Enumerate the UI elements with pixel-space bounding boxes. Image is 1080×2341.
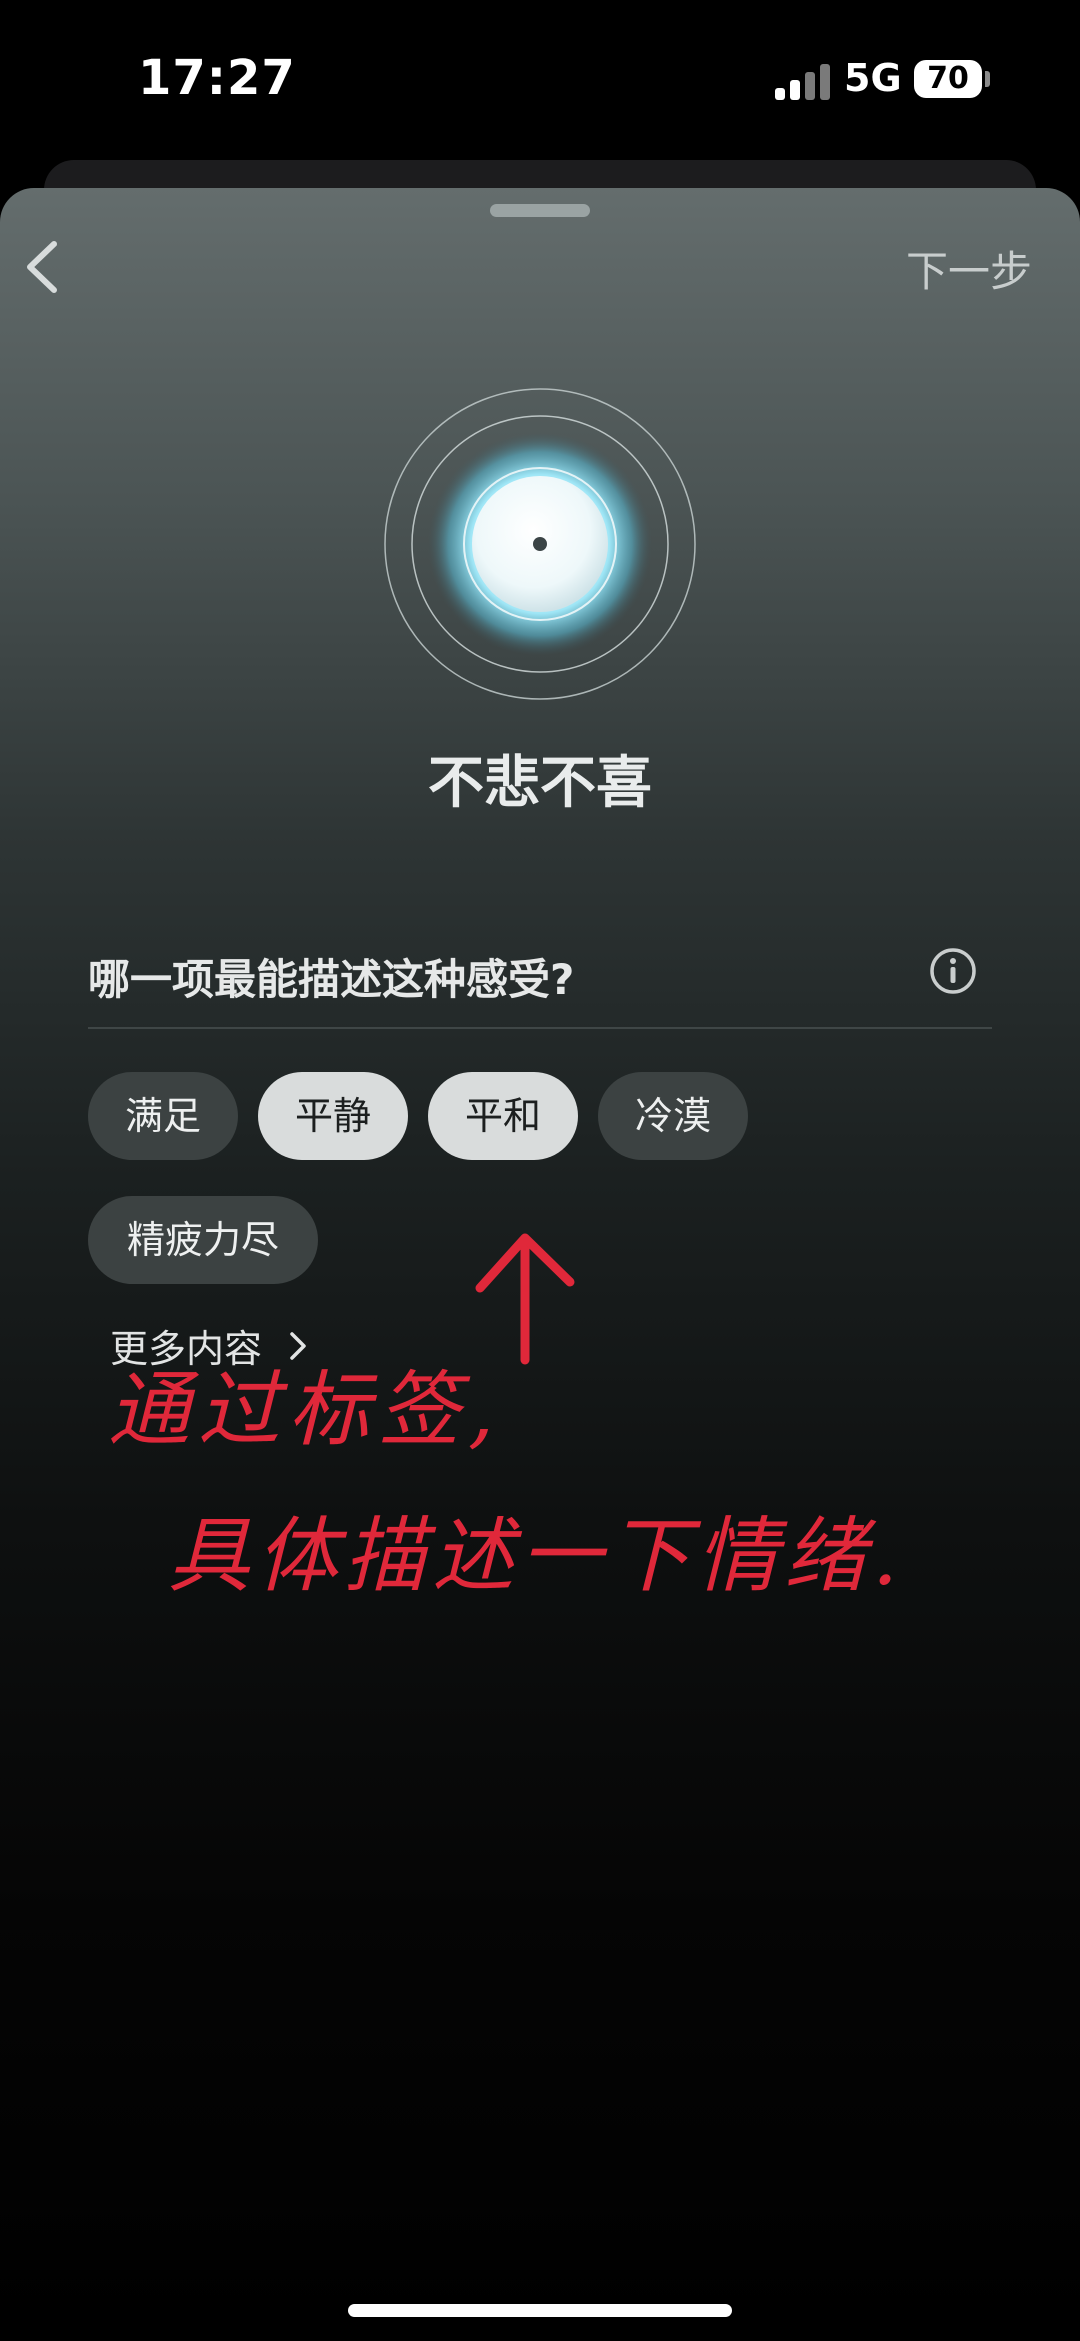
back-button[interactable] [18, 232, 78, 302]
home-indicator[interactable] [348, 2304, 732, 2317]
annotation-line-1: 通过标签, [108, 1363, 502, 1458]
handwritten-annotation: 通过标签, 具体描述一下情绪. [108, 1233, 904, 1604]
info-icon [930, 948, 976, 994]
back-chevron-icon [27, 241, 57, 293]
divider [88, 1027, 992, 1029]
signal-icon [775, 64, 831, 100]
mood-title: 不悲不喜 [428, 751, 652, 816]
network-label: 5G [844, 56, 902, 100]
arrow-up-icon [475, 1233, 575, 1365]
tag-chip[interactable]: 平和 [428, 1072, 578, 1160]
next-step-button[interactable]: 下一步 [906, 238, 1032, 299]
status-time: 17:27 [138, 50, 296, 106]
battery-icon: 70 [914, 60, 982, 98]
question-text: 哪一项最能描述这种感受? [88, 955, 575, 1004]
tag-chip[interactable]: 平静 [258, 1072, 408, 1160]
tag-chip[interactable]: 满足 [88, 1072, 238, 1160]
battery-tip [985, 71, 990, 87]
info-button[interactable] [928, 946, 978, 996]
mood-orb [384, 388, 696, 700]
annotation-line-2: 具体描述一下情绪. [168, 1509, 904, 1604]
sheet-grabber[interactable] [490, 204, 590, 217]
tag-chip[interactable]: 冷漠 [598, 1072, 748, 1160]
battery-level: 70 [927, 61, 969, 96]
